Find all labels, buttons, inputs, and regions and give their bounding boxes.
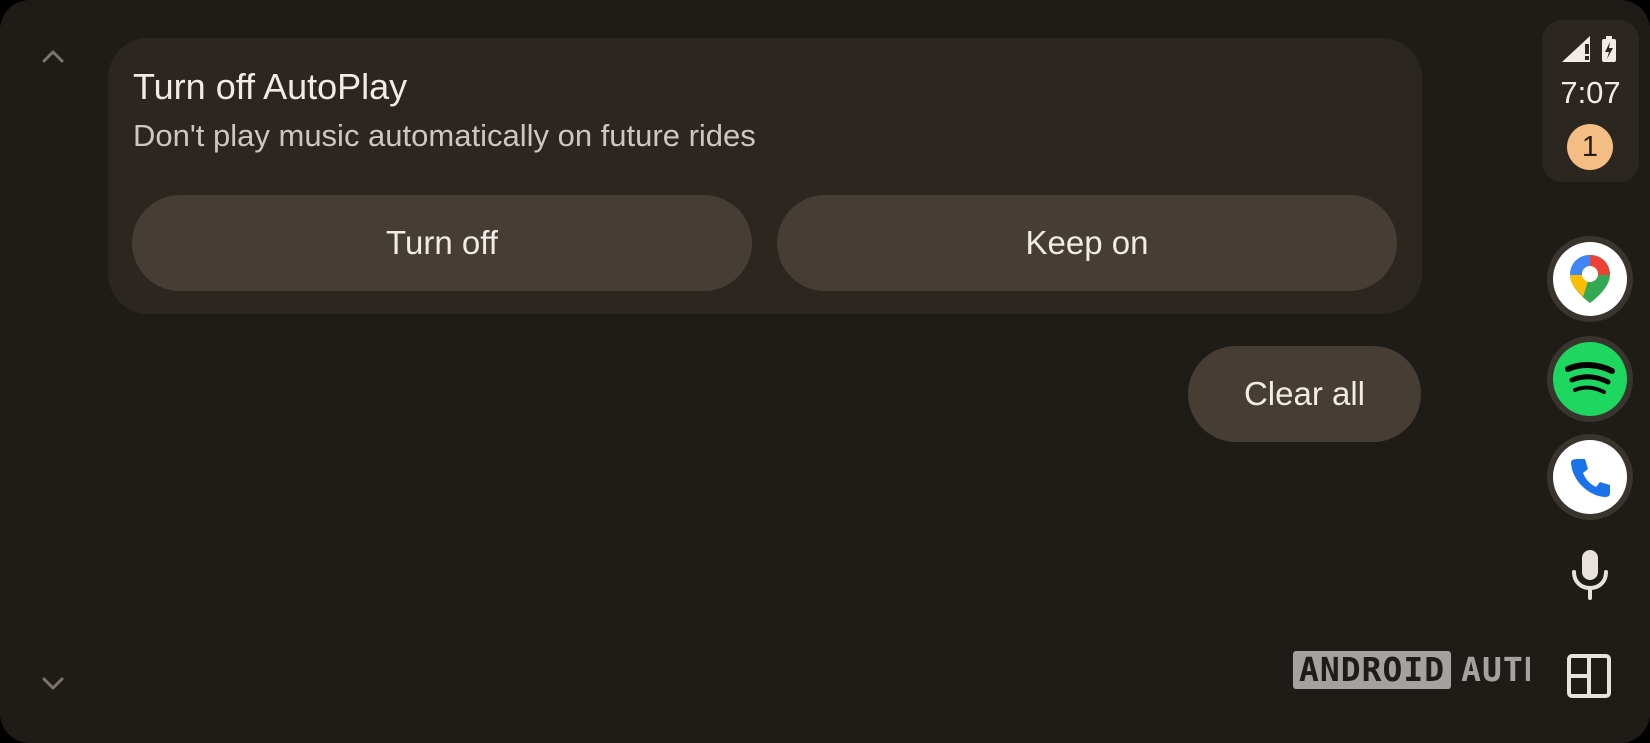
notification-center: Turn off AutoPlay Don't play music autom…: [0, 0, 1648, 743]
status-icons: [1562, 36, 1616, 62]
turn-off-button[interactable]: Turn off: [132, 195, 752, 291]
phone-icon: [1553, 440, 1627, 514]
spotify-icon: [1553, 342, 1627, 416]
maps-pin-icon: [1553, 242, 1627, 316]
dashboard-layout-icon[interactable]: [1566, 653, 1612, 699]
chevron-down-icon[interactable]: [38, 668, 68, 698]
cellular-signal-icon: [1562, 36, 1590, 62]
clear-all-button[interactable]: Clear all: [1188, 346, 1421, 442]
notification-card: Turn off AutoPlay Don't play music autom…: [108, 38, 1422, 314]
microphone-icon[interactable]: [1568, 548, 1612, 600]
notification-title: Turn off AutoPlay: [133, 66, 408, 107]
battery-charging-icon: [1602, 36, 1616, 62]
notification-count-badge[interactable]: 1: [1567, 124, 1613, 170]
chevron-up-icon[interactable]: [38, 42, 68, 72]
phone-app[interactable]: [1547, 434, 1633, 520]
clock: 7:07: [1560, 75, 1621, 110]
notification-subtitle: Don't play music automatically on future…: [133, 118, 756, 153]
spotify-app[interactable]: [1547, 336, 1633, 422]
status-panel[interactable]: 7:07 1: [1542, 20, 1639, 182]
google-maps-app[interactable]: [1547, 236, 1633, 322]
android-auto-screen: Turn off AutoPlay Don't play music autom…: [0, 0, 1650, 743]
keep-on-button[interactable]: Keep on: [777, 195, 1397, 291]
watermark-boxed-text: ANDROID: [1293, 651, 1452, 689]
